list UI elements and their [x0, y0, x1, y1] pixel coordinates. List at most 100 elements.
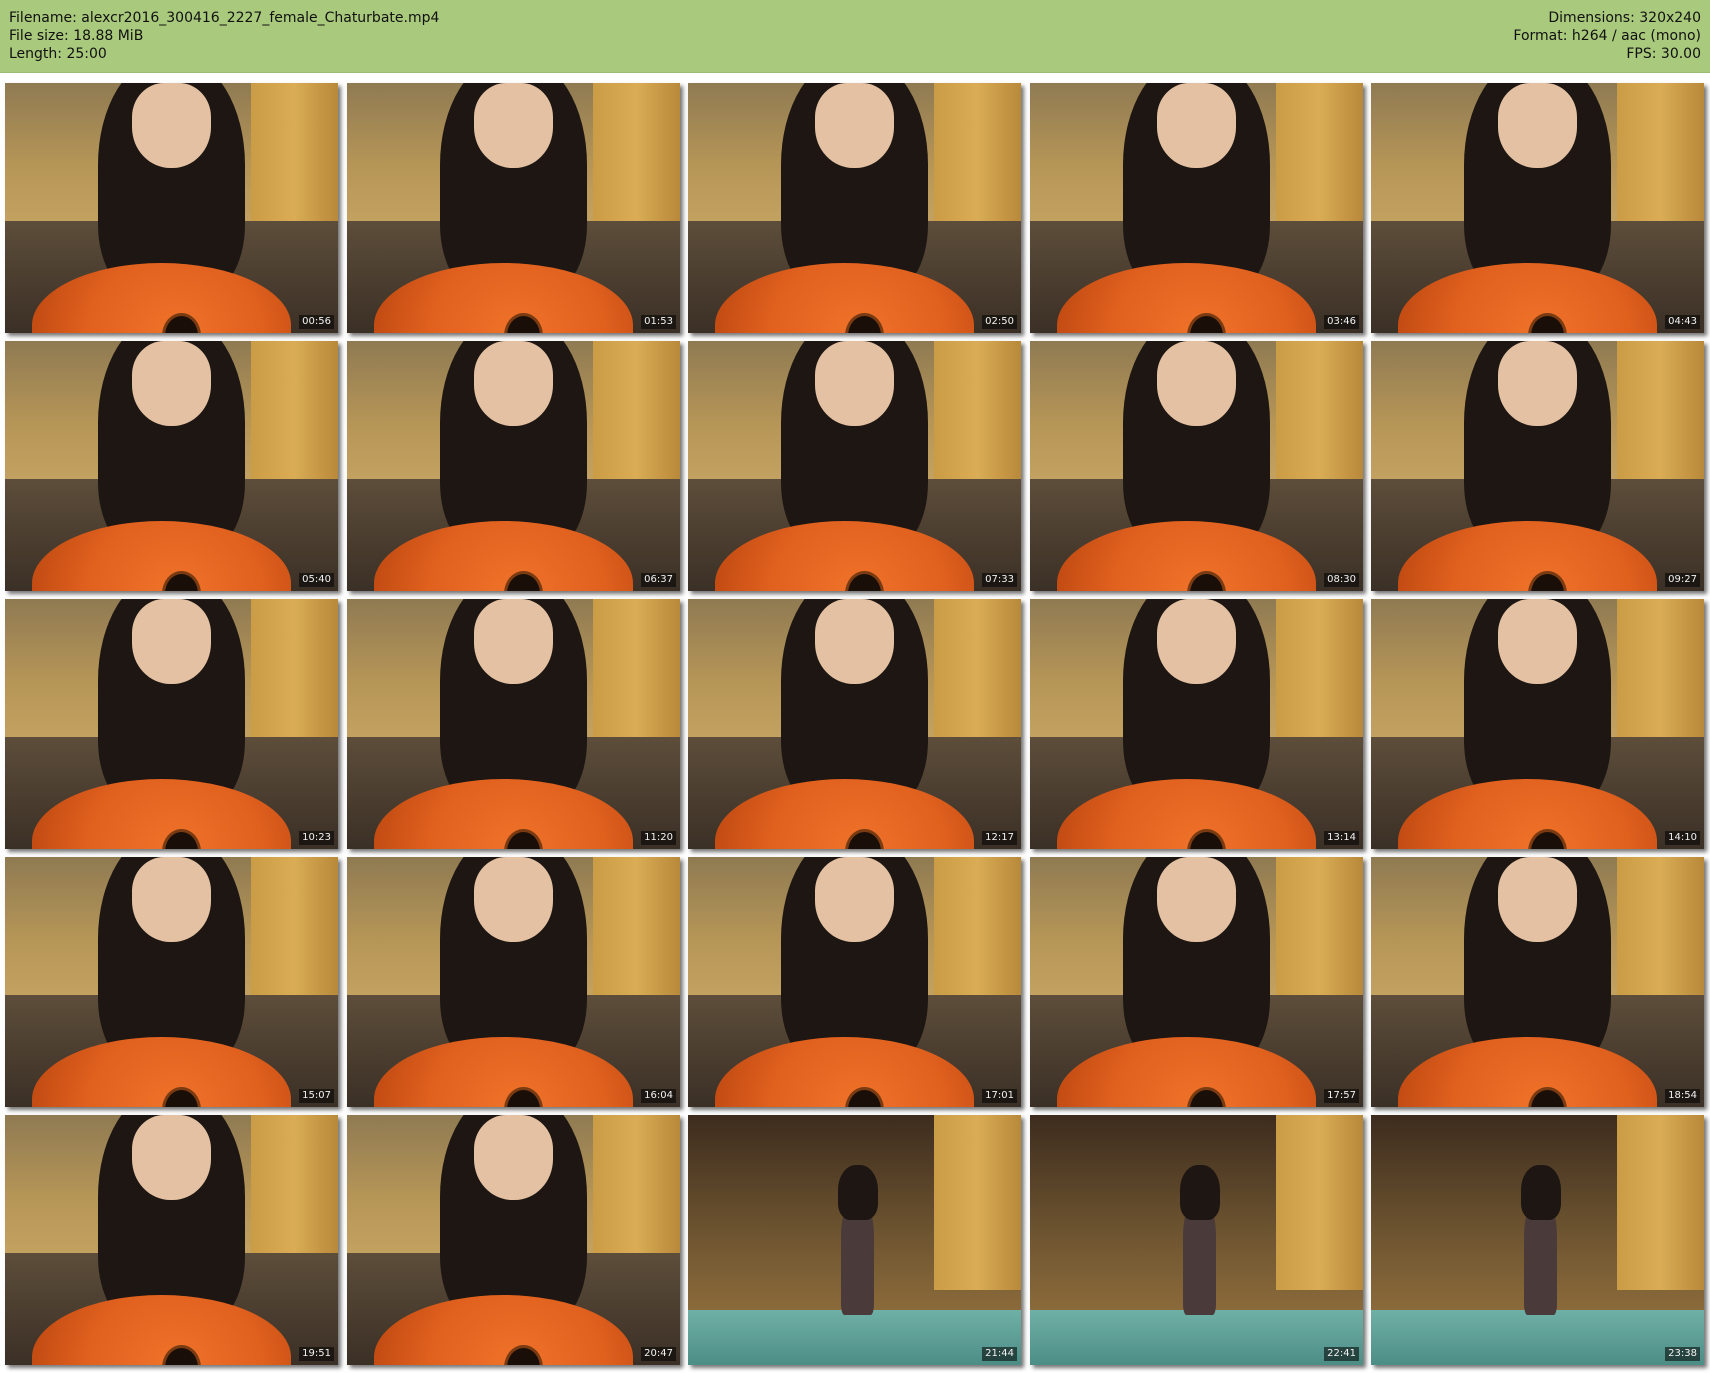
frame-image	[688, 599, 1021, 849]
frame-floor	[1371, 1310, 1704, 1365]
timestamp-label: 07:33	[982, 573, 1017, 587]
frame-image	[688, 857, 1021, 1107]
timestamp-label: 06:37	[641, 573, 676, 587]
frame-face	[1156, 857, 1237, 942]
frame-image	[1371, 599, 1704, 849]
timestamp-label: 11:20	[641, 831, 676, 845]
frame-image	[1371, 1115, 1704, 1365]
video-thumbnail[interactable]: 08:30	[1030, 341, 1363, 591]
frame-face	[131, 599, 212, 684]
video-thumbnail[interactable]: 04:43	[1371, 83, 1704, 333]
timestamp-label: 18:54	[1665, 1089, 1700, 1103]
timestamp-label: 17:57	[1324, 1089, 1359, 1103]
video-thumbnail[interactable]: 02:50	[688, 83, 1021, 333]
frame-face	[814, 599, 895, 684]
frame-face	[1497, 599, 1578, 684]
frame-face	[814, 83, 895, 168]
frame-face	[1156, 599, 1237, 684]
video-thumbnail[interactable]: 09:27	[1371, 341, 1704, 591]
frame-face	[131, 1115, 212, 1200]
timestamp-label: 09:27	[1665, 573, 1700, 587]
frame-face	[814, 857, 895, 942]
video-thumbnail[interactable]: 01:53	[347, 83, 680, 333]
video-thumbnail[interactable]: 05:40	[5, 341, 338, 591]
frame-image	[1030, 1115, 1363, 1365]
timestamp-label: 22:41	[1324, 1347, 1359, 1361]
frame-image	[5, 857, 338, 1107]
video-thumbnail[interactable]: 19:51	[5, 1115, 338, 1365]
timestamp-label: 19:51	[299, 1347, 334, 1361]
timestamp-label: 03:46	[1324, 315, 1359, 329]
frame-face	[814, 341, 895, 426]
video-thumbnail[interactable]: 23:38	[1371, 1115, 1704, 1365]
frame-image	[688, 341, 1021, 591]
timestamp-label: 14:10	[1665, 831, 1700, 845]
timestamp-label: 21:44	[982, 1347, 1017, 1361]
video-thumbnail[interactable]: 20:47	[347, 1115, 680, 1365]
frame-face	[473, 857, 554, 942]
frame-image	[347, 857, 680, 1107]
timestamp-label: 10:23	[299, 831, 334, 845]
video-thumbnail[interactable]: 17:01	[688, 857, 1021, 1107]
video-thumbnail[interactable]: 00:56	[5, 83, 338, 333]
frame-floor	[688, 1310, 1021, 1365]
video-thumbnail[interactable]: 13:14	[1030, 599, 1363, 849]
frame-image	[1030, 341, 1363, 591]
frame-image	[5, 83, 338, 333]
frame-image	[1371, 341, 1704, 591]
video-thumbnail[interactable]: 11:20	[347, 599, 680, 849]
timestamp-label: 17:01	[982, 1089, 1017, 1103]
frame-image	[5, 599, 338, 849]
video-thumbnail[interactable]: 14:10	[1371, 599, 1704, 849]
thumbnail-grid: 00:56 01:53 02:50 03:46 04:43 05:40 06:37 07:33…	[0, 0, 1710, 1373]
frame-floor	[1030, 1310, 1363, 1365]
video-thumbnail[interactable]: 15:07	[5, 857, 338, 1107]
video-thumbnail[interactable]: 18:54	[1371, 857, 1704, 1107]
frame-image	[347, 83, 680, 333]
frame-image	[1030, 857, 1363, 1107]
frame-face	[473, 1115, 554, 1200]
frame-image	[347, 341, 680, 591]
frame-face	[1156, 83, 1237, 168]
timestamp-label: 05:40	[299, 573, 334, 587]
frame-image	[5, 341, 338, 591]
frame-hair	[1179, 1165, 1220, 1220]
video-thumbnail[interactable]: 10:23	[5, 599, 338, 849]
frame-hair	[1520, 1165, 1561, 1220]
video-thumbnail[interactable]: 06:37	[347, 341, 680, 591]
video-thumbnail[interactable]: 17:57	[1030, 857, 1363, 1107]
timestamp-label: 23:38	[1665, 1347, 1700, 1361]
frame-image	[688, 1115, 1021, 1365]
timestamp-label: 00:56	[299, 315, 334, 329]
frame-image	[688, 83, 1021, 333]
frame-image	[1371, 83, 1704, 333]
timestamp-label: 02:50	[982, 315, 1017, 329]
frame-image	[347, 1115, 680, 1365]
frame-face	[1497, 83, 1578, 168]
frame-image	[1030, 83, 1363, 333]
video-thumbnail[interactable]: 12:17	[688, 599, 1021, 849]
frame-cabinet	[1276, 1115, 1363, 1290]
timestamp-label: 20:47	[641, 1347, 676, 1361]
timestamp-label: 12:17	[982, 831, 1017, 845]
frame-face	[1156, 341, 1237, 426]
frame-hair	[837, 1165, 878, 1220]
timestamp-label: 08:30	[1324, 573, 1359, 587]
frame-image	[347, 599, 680, 849]
video-thumbnail[interactable]: 03:46	[1030, 83, 1363, 333]
video-thumbnail[interactable]: 07:33	[688, 341, 1021, 591]
frame-image	[1371, 857, 1704, 1107]
video-thumbnail[interactable]: 22:41	[1030, 1115, 1363, 1365]
frame-face	[1497, 341, 1578, 426]
frame-face	[473, 341, 554, 426]
frame-face	[131, 857, 212, 942]
frame-cabinet	[934, 1115, 1021, 1290]
timestamp-label: 13:14	[1324, 831, 1359, 845]
video-thumbnail[interactable]: 21:44	[688, 1115, 1021, 1365]
frame-face	[131, 83, 212, 168]
frame-cabinet	[1617, 1115, 1704, 1290]
timestamp-label: 01:53	[641, 315, 676, 329]
frame-image	[1030, 599, 1363, 849]
frame-face	[131, 341, 212, 426]
video-thumbnail[interactable]: 16:04	[347, 857, 680, 1107]
